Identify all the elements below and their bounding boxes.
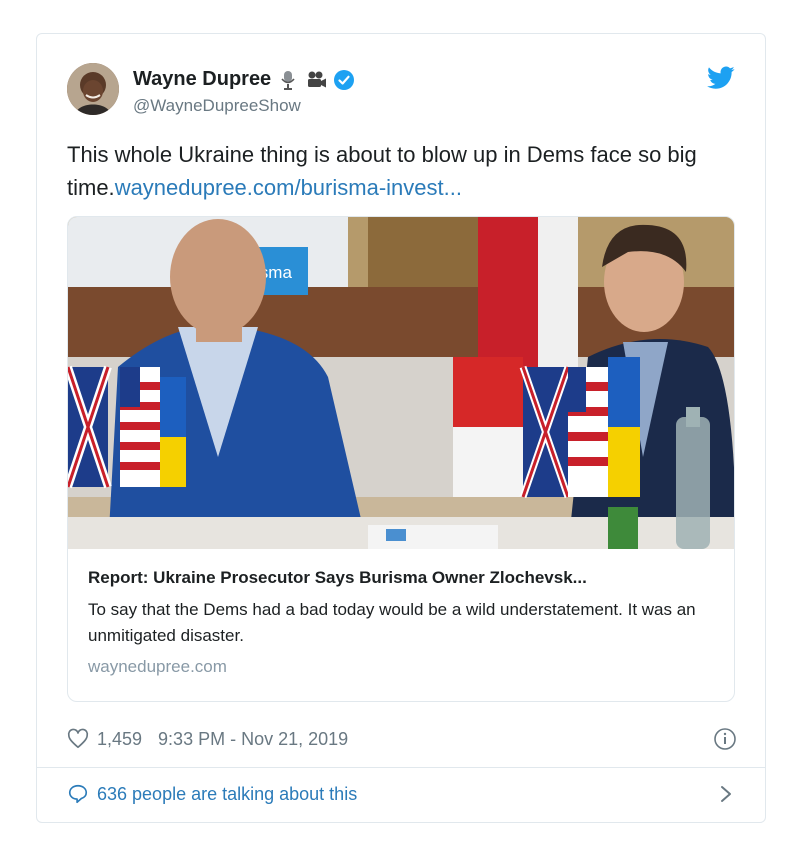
card-domain[interactable]: waynedupree.com xyxy=(88,657,718,677)
like-count[interactable]: 1,459 xyxy=(97,729,142,750)
divider xyxy=(37,767,765,768)
card-title[interactable]: Report: Ukraine Prosecutor Says Burisma … xyxy=(88,567,718,589)
conversation-link[interactable]: 636 people are talking about this xyxy=(67,779,737,809)
twitter-bird-icon[interactable] xyxy=(707,66,735,90)
comment-icon xyxy=(67,783,89,805)
info-icon[interactable] xyxy=(713,727,737,751)
chevron-right-icon[interactable] xyxy=(719,784,733,804)
author-name[interactable]: Wayne Dupree xyxy=(133,68,271,91)
author-handle[interactable]: @WayneDupreeShow xyxy=(133,96,301,116)
tweet-embed: Wayne Dupree @WayneDupreeShow This whole… xyxy=(36,33,766,823)
tweet-link[interactable]: waynedupree.com/burisma-invest... xyxy=(115,175,462,200)
card-description: To say that the Dems had a bad today wou… xyxy=(88,600,696,645)
avatar[interactable] xyxy=(67,63,119,115)
verified-badge-icon xyxy=(333,69,355,91)
tweet-meta: 1,459 9:33 PM - Nov 21, 2019 xyxy=(67,724,737,754)
talking-label[interactable]: 636 people are talking about this xyxy=(97,784,357,805)
movie-camera-icon xyxy=(305,69,327,91)
tweet-text: This whole Ukraine thing is about to blo… xyxy=(67,138,747,204)
microphone-icon xyxy=(277,69,299,91)
author-name-row: Wayne Dupree xyxy=(133,68,355,91)
timestamp[interactable]: 9:33 PM - Nov 21, 2019 xyxy=(158,729,348,750)
heart-icon[interactable] xyxy=(67,728,89,750)
link-card[interactable]: isma Report: Ukraine Prosecutor Says Bur… xyxy=(67,216,735,702)
card-image[interactable]: isma xyxy=(68,217,734,549)
card-body: Report: Ukraine Prosecutor Says Burisma … xyxy=(88,567,718,677)
